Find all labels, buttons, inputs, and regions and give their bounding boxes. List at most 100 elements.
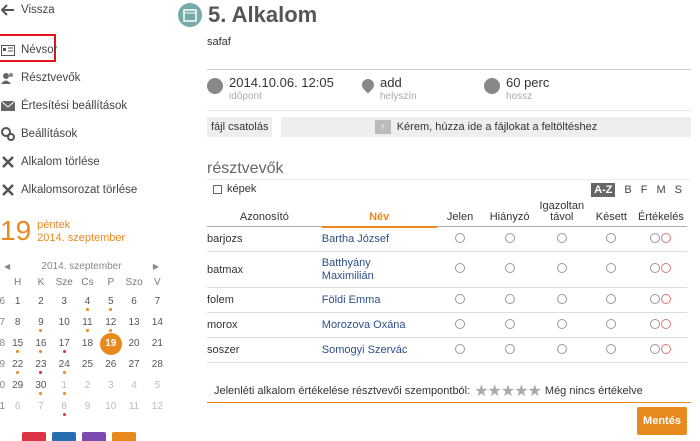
calendar-day[interactable]: 9 bbox=[76, 396, 99, 417]
calendar-day[interactable]: 11 bbox=[122, 396, 145, 417]
sort-s[interactable]: S bbox=[675, 184, 682, 196]
calendar-day[interactable]: 1 bbox=[6, 291, 29, 312]
participant-name-link[interactable]: Földi Emma bbox=[321, 287, 437, 313]
radio-present[interactable] bbox=[455, 343, 466, 354]
calendar-day[interactable]: 2 bbox=[29, 291, 52, 312]
calendar-day[interactable]: 6 bbox=[6, 396, 29, 417]
calendar-day[interactable]: 11 bbox=[76, 312, 99, 333]
participant-name-link[interactable]: Bartha József bbox=[321, 226, 437, 252]
radio-present[interactable] bbox=[455, 263, 466, 273]
attach-button[interactable]: fájl csatolás bbox=[207, 117, 273, 137]
radio-present[interactable] bbox=[455, 232, 466, 243]
radio-excused[interactable] bbox=[556, 263, 567, 273]
radio-present[interactable] bbox=[455, 293, 466, 304]
rating-radio-negative[interactable] bbox=[661, 293, 672, 304]
rating-radio-neutral[interactable] bbox=[650, 263, 661, 273]
calendar-day[interactable]: 23 bbox=[29, 354, 52, 375]
calendar-day[interactable]: 10 bbox=[53, 312, 76, 333]
sidebar-item-ertesitesi[interactable]: Értesítési beállítások bbox=[0, 96, 127, 116]
radio-excused[interactable] bbox=[556, 318, 567, 329]
rating-radio-neutral[interactable] bbox=[650, 232, 661, 243]
file-dropzone[interactable]: ↑ Kérem, húzza ide a fájlokat a feltölté… bbox=[281, 117, 691, 137]
calendar-day[interactable]: 25 bbox=[76, 354, 99, 375]
participant-name-link[interactable]: Morozova Oxána bbox=[321, 312, 437, 338]
calendar-day[interactable]: 10 bbox=[99, 396, 122, 417]
rating-radio-neutral[interactable] bbox=[650, 293, 661, 304]
radio-absent[interactable] bbox=[504, 318, 515, 329]
column-header-name[interactable]: Név bbox=[321, 201, 437, 228]
calendar-day[interactable]: 8 bbox=[53, 396, 76, 417]
calendar-day[interactable]: 21 bbox=[146, 333, 169, 354]
orange-tab[interactable] bbox=[112, 432, 136, 441]
radio-present[interactable] bbox=[455, 318, 466, 329]
calendar-day[interactable]: 20 bbox=[122, 333, 145, 354]
calendar-day[interactable]: 14 bbox=[146, 312, 169, 333]
radio-absent[interactable] bbox=[504, 293, 515, 304]
rating-radio-neutral[interactable] bbox=[650, 318, 661, 329]
save-button[interactable]: Mentés bbox=[637, 407, 687, 435]
next-month-button[interactable]: ▶ bbox=[153, 262, 159, 271]
calendar-day[interactable]: 8 bbox=[6, 312, 29, 333]
calendar-day[interactable]: 9 bbox=[29, 312, 52, 333]
calendar-day[interactable]: 17 bbox=[53, 333, 76, 354]
calendar-day[interactable]: 12 bbox=[99, 312, 122, 333]
calendar-day[interactable]: 4 bbox=[122, 375, 145, 396]
calendar-day[interactable]: 30 bbox=[29, 375, 52, 396]
sort-m[interactable]: M bbox=[656, 184, 665, 196]
radio-late[interactable] bbox=[606, 343, 617, 354]
radio-late[interactable] bbox=[606, 232, 617, 243]
calendar-day[interactable]: 4 bbox=[76, 291, 99, 312]
calendar-day[interactable]: 7 bbox=[29, 396, 52, 417]
rating-radio-negative[interactable] bbox=[661, 232, 672, 243]
red-tab[interactable] bbox=[22, 432, 46, 441]
calendar-day[interactable]: 3 bbox=[53, 291, 76, 312]
calendar-day[interactable]: 13 bbox=[122, 312, 145, 333]
calendar-day[interactable]: 3 bbox=[99, 375, 122, 396]
calendar-day[interactable]: 26 bbox=[99, 354, 122, 375]
calendar-day[interactable]: 22 bbox=[6, 354, 29, 375]
participant-name-link[interactable]: Somogyi Szervác bbox=[321, 337, 437, 363]
radio-excused[interactable] bbox=[556, 232, 567, 243]
calendar-day[interactable]: 29 bbox=[6, 375, 29, 396]
calendar-day[interactable]: 18 bbox=[76, 333, 99, 354]
calendar-day[interactable]: 12 bbox=[146, 396, 169, 417]
blue-tab[interactable] bbox=[52, 432, 76, 441]
images-checkbox-row[interactable]: képek bbox=[213, 183, 256, 195]
prev-month-button[interactable]: ◀ bbox=[4, 262, 10, 271]
calendar-day[interactable]: 24 bbox=[53, 354, 76, 375]
sort-az[interactable]: A-Z bbox=[591, 183, 616, 197]
rating-radio-neutral[interactable] bbox=[650, 343, 661, 354]
radio-absent[interactable] bbox=[504, 343, 515, 354]
column-header-id[interactable]: Azonosító bbox=[207, 201, 322, 227]
calendar-day[interactable]: 7 bbox=[146, 291, 169, 312]
radio-absent[interactable] bbox=[504, 232, 515, 243]
calendar-day[interactable]: 1 bbox=[53, 375, 76, 396]
calendar-day[interactable]: 27 bbox=[122, 354, 145, 375]
calendar-day[interactable]: 6 bbox=[122, 291, 145, 312]
calendar-day[interactable]: 19 bbox=[99, 332, 122, 355]
participant-name-link[interactable]: Batthyány Maximilián bbox=[321, 251, 437, 288]
rating-radio-negative[interactable] bbox=[661, 343, 672, 354]
radio-excused[interactable] bbox=[556, 343, 567, 354]
sort-b[interactable]: B bbox=[624, 184, 631, 196]
calendar-day[interactable]: 15 bbox=[6, 333, 29, 354]
rating-radio-negative[interactable] bbox=[661, 263, 672, 273]
sidebar-item-nevsor[interactable]: Névsor bbox=[0, 40, 57, 60]
sidebar-item-beallitasok[interactable]: Beállítások bbox=[0, 124, 77, 144]
sidebar-item-resztvevok[interactable]: Résztvevők bbox=[0, 68, 80, 88]
images-checkbox[interactable] bbox=[213, 184, 222, 194]
radio-absent[interactable] bbox=[504, 263, 515, 273]
rating-radio-negative[interactable] bbox=[661, 318, 672, 329]
radio-late[interactable] bbox=[606, 263, 617, 273]
radio-late[interactable] bbox=[606, 318, 617, 329]
calendar-day[interactable]: 2 bbox=[76, 375, 99, 396]
sort-f[interactable]: F bbox=[641, 184, 648, 196]
calendar-day[interactable]: 28 bbox=[146, 354, 169, 375]
sidebar-item-alkalomsorozat-torlese[interactable]: Alkalomsorozat törlése bbox=[0, 180, 137, 200]
purple-tab[interactable] bbox=[82, 432, 106, 441]
back-link[interactable]: Vissza bbox=[0, 0, 55, 20]
rating-stars[interactable]: ★★★★★ bbox=[474, 381, 542, 401]
radio-excused[interactable] bbox=[556, 293, 567, 304]
calendar-day[interactable]: 5 bbox=[99, 291, 122, 312]
sidebar-item-alkalom-torlese[interactable]: Alkalom törlése bbox=[0, 152, 100, 172]
